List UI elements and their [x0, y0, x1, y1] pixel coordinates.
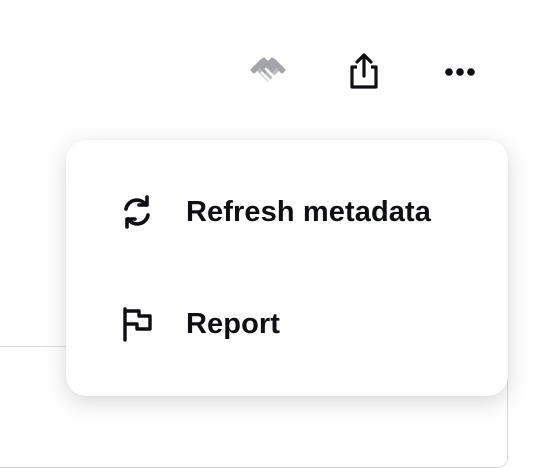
menu-item-refresh-metadata[interactable]: Refresh metadata — [66, 162, 508, 262]
more-horizontal-icon — [440, 65, 480, 79]
handshake-button[interactable] — [242, 46, 294, 98]
share-button[interactable] — [338, 46, 390, 98]
top-toolbar — [0, 46, 542, 100]
more-options-button[interactable] — [434, 46, 486, 98]
handshake-icon — [245, 49, 291, 95]
flag-icon — [114, 301, 160, 347]
menu-item-report[interactable]: Report — [66, 274, 508, 374]
menu-item-label: Refresh metadata — [186, 195, 431, 228]
menu-item-label: Report — [186, 307, 281, 340]
share-icon — [346, 52, 382, 92]
options-dropdown-menu: Refresh metadata Report — [66, 140, 508, 396]
refresh-icon — [114, 189, 160, 235]
